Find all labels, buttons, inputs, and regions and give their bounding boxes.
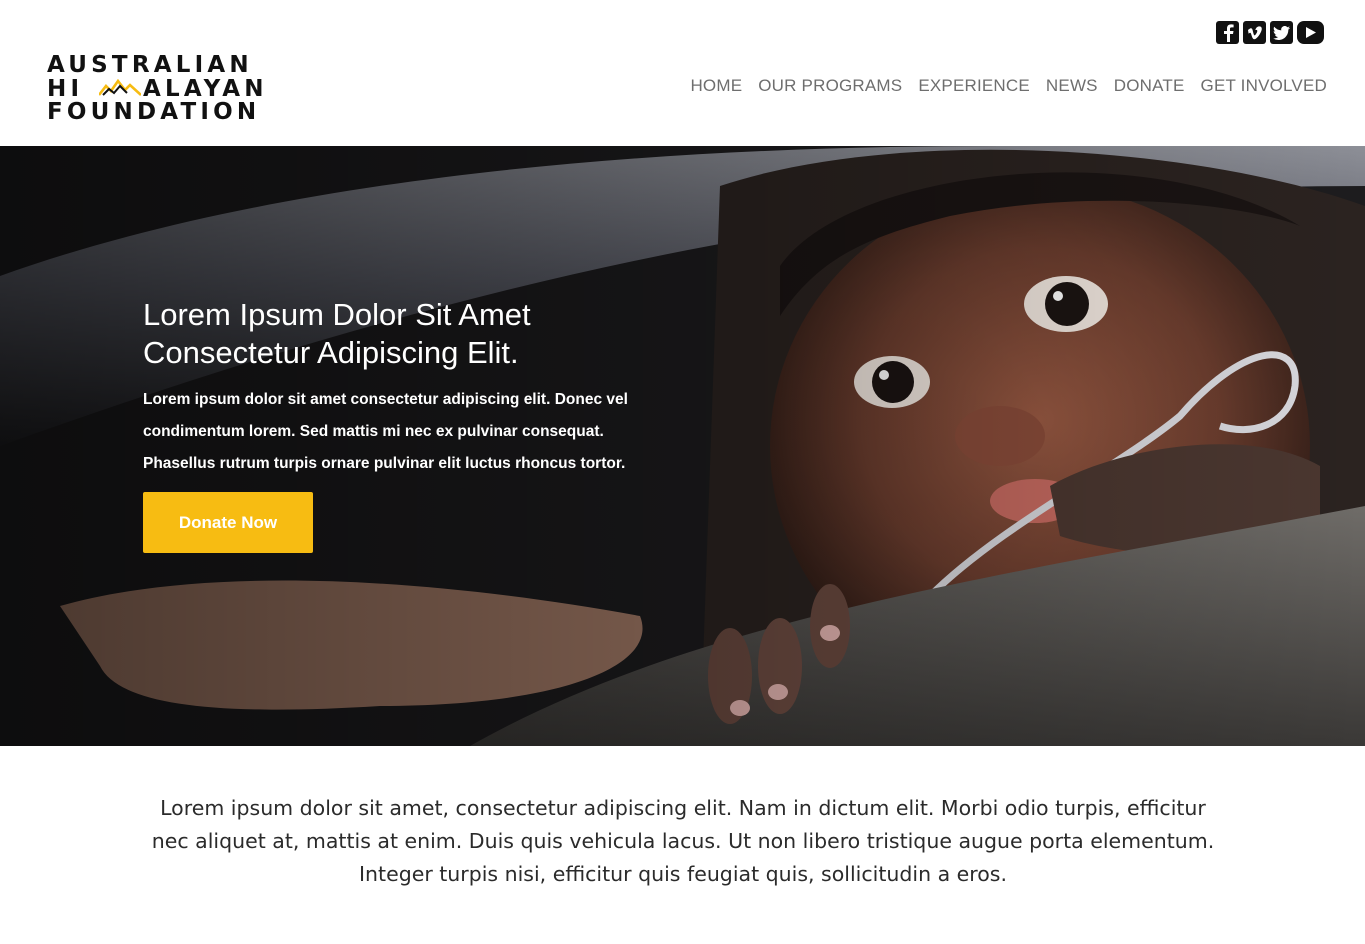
site-logo[interactable]: AUSTRALIAN HI ALAYAN FOUNDATION — [47, 52, 287, 124]
hero-title-line-1: Lorem Ipsum Dolor Sit Amet — [143, 297, 531, 332]
hero-description: Lorem ipsum dolor sit amet consectetur a… — [143, 391, 628, 472]
main-nav: HOME OUR PROGRAMS EXPERIENCE NEWS DONATE… — [690, 76, 1327, 96]
hero-content: Lorem Ipsum Dolor Sit Amet Consectetur A… — [143, 296, 703, 553]
social-links — [1216, 21, 1324, 44]
nav-item-our-programs[interactable]: OUR PROGRAMS — [758, 76, 902, 96]
hero-title: Lorem Ipsum Dolor Sit Amet Consectetur A… — [143, 296, 703, 372]
mountain-icon — [99, 79, 141, 96]
nav-item-get-involved[interactable]: GET INVOLVED — [1201, 76, 1327, 96]
logo-line-3: FOUNDATION — [47, 99, 261, 125]
site-header: AUSTRALIAN HI ALAYAN FOUNDATION HOME OUR… — [0, 0, 1365, 146]
logo-line-2-left: HI — [47, 76, 84, 102]
youtube-icon[interactable] — [1297, 21, 1324, 44]
nav-item-home[interactable]: HOME — [690, 76, 742, 96]
twitter-icon[interactable] — [1270, 21, 1293, 44]
hero-title-line-2: Consectetur Adipiscing Elit. — [143, 335, 519, 370]
intro-text: Lorem ipsum dolor sit amet, consectetur … — [151, 796, 1215, 886]
vimeo-icon[interactable] — [1243, 21, 1266, 44]
logo-line-2-right: ALAYAN — [143, 76, 268, 102]
facebook-icon[interactable] — [1216, 21, 1239, 44]
nav-item-donate[interactable]: DONATE — [1114, 76, 1185, 96]
nav-item-news[interactable]: NEWS — [1046, 76, 1098, 96]
hero-banner: Lorem Ipsum Dolor Sit Amet Consectetur A… — [0, 146, 1365, 746]
logo-line-1: AUSTRALIAN — [47, 52, 253, 78]
donate-now-button[interactable]: Donate Now — [143, 492, 313, 553]
nav-item-experience[interactable]: EXPERIENCE — [918, 76, 1030, 96]
